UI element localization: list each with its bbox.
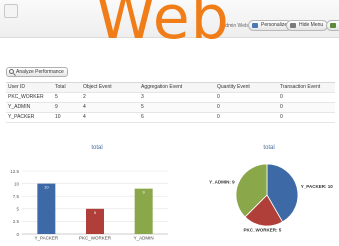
hide-menu-icon: [290, 23, 296, 28]
y-tick-label: 12.5: [10, 169, 19, 174]
y-tick-label: 5: [16, 207, 19, 212]
cell-aggregation-event: 3: [141, 94, 144, 100]
pie-chart-title: total: [263, 145, 274, 151]
cell-total: 10: [55, 114, 61, 120]
x-tick-label: PKC_WORKER: [79, 236, 112, 241]
cell-object-event: 4: [83, 104, 86, 110]
pie-slice-label: Y_PACKER: 10: [301, 184, 333, 189]
bar-value-label: 10: [44, 185, 49, 190]
overlay-title: Web: [96, 0, 230, 53]
pie-slice-label: Y_ADMIN: 9: [209, 180, 235, 185]
x-tick-label: Y_PACKER: [34, 236, 58, 241]
cell-quantity-event: 0: [217, 114, 220, 120]
cell-quantity-event: 0: [217, 94, 220, 100]
table-row[interactable]: Y_ADMIN 9 4 5 0 0: [6, 103, 335, 113]
cell-total: 5: [55, 94, 58, 100]
column-header-total[interactable]: Total: [55, 83, 66, 92]
y-tick-label: 0: [16, 232, 19, 237]
user-packer-button[interactable]: [326, 20, 339, 31]
cell-object-event: 2: [83, 94, 86, 100]
user-icon: [330, 23, 336, 28]
column-header-aggregation-event[interactable]: Aggregation Event: [141, 83, 182, 92]
cell-transaction-event: 0: [280, 104, 283, 110]
bar-chart-title: total: [91, 145, 102, 151]
column-header-transaction-event[interactable]: Transaction Event: [280, 83, 320, 92]
personalize-icon: [252, 23, 258, 28]
cell-aggregation-event: 6: [141, 114, 144, 120]
column-header-object-event[interactable]: Object Event: [83, 83, 112, 92]
magnifier-icon: [9, 69, 14, 74]
cell-total: 9: [55, 104, 58, 110]
cell-user-id: PKC_WORKER: [8, 94, 44, 100]
y-tick-label: 7.5: [13, 194, 20, 199]
x-tick-label: Y_ADMIN: [134, 236, 154, 241]
hide-menu-button[interactable]: Hide Menu: [286, 20, 329, 31]
y-tick-label: 10: [14, 181, 20, 186]
y-tick-label: 2.5: [13, 219, 20, 224]
cell-aggregation-event: 5: [141, 104, 144, 110]
pie-slice-label: PKC_WORKER: 5: [244, 228, 282, 233]
cell-user-id: Y_PACKER: [8, 114, 35, 120]
events-table: User ID Total Object Event Aggregation E…: [6, 82, 335, 123]
cell-transaction-event: 0: [280, 94, 283, 100]
hide-menu-label: Hide Menu: [299, 22, 324, 28]
table-row[interactable]: PKC_WORKER 5 2 3 0 0: [6, 93, 335, 103]
cell-transaction-event: 0: [280, 114, 283, 120]
bar[interactable]: [134, 188, 153, 234]
bar-chart: total 02.557.51012.5 10Y_PACKER5PKC_WORK…: [10, 145, 168, 241]
personalize-label: Personalize: [261, 22, 288, 28]
cell-object-event: 4: [83, 114, 86, 120]
table-header-row: User ID Total Object Event Aggregation E…: [6, 83, 335, 93]
app-logo: [4, 4, 18, 18]
analyze-performance-button[interactable]: Analyze Performance: [6, 67, 68, 77]
cell-quantity-event: 0: [217, 104, 220, 110]
column-header-user-id[interactable]: User ID: [8, 83, 25, 92]
cell-user-id: Y_ADMIN: [8, 104, 31, 110]
table-row[interactable]: Y_PACKER 10 4 6 0 0: [6, 113, 335, 123]
bar[interactable]: [37, 183, 56, 234]
pie-chart: total Y_PACKER: 10 PKC_WORKER: 5 Y_ADMIN: …: [209, 145, 333, 233]
column-header-quantity-event[interactable]: Quantity Event: [217, 83, 250, 92]
analyze-performance-label: Analyze Performance: [16, 69, 64, 75]
